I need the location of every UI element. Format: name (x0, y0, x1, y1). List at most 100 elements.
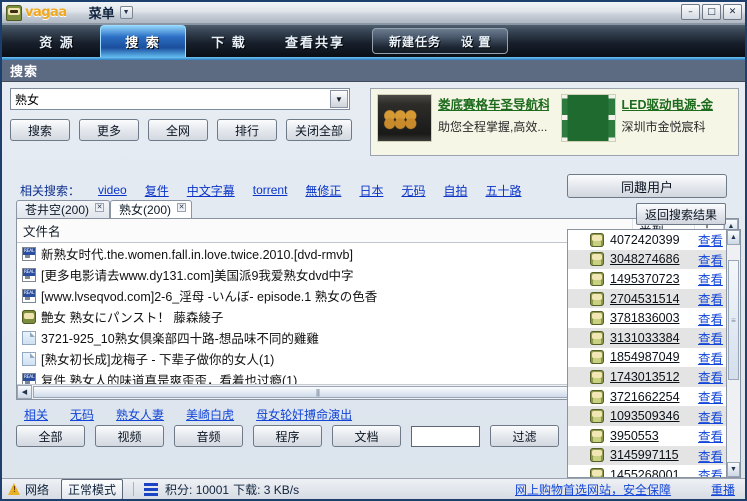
column-header-filename[interactable]: 文件名 (17, 219, 633, 242)
filter-apply-button[interactable]: 过滤 (490, 425, 559, 447)
related-link-chinese-subtitle[interactable]: 中文字幕 (187, 182, 235, 199)
mode-status[interactable]: 正常模式 (55, 478, 129, 499)
related-link-uncensored-jp[interactable]: 無修正 (305, 182, 341, 199)
refine-link-shunv-renqi[interactable]: 熟女人妻 (116, 406, 164, 422)
related-link-video[interactable]: video (98, 183, 127, 197)
scroll-down-icon[interactable]: ▼ (727, 462, 740, 477)
list-item[interactable]: 3721662254 查看 (568, 387, 726, 407)
scroll-left-icon[interactable]: ◀ (17, 385, 32, 399)
related-link-fujian[interactable]: 复件 (145, 182, 169, 199)
filter-input[interactable] (411, 425, 480, 447)
ad-item[interactable]: 娄底赛格车圣导航科技 助您全程掌握,高效... (371, 89, 555, 155)
close-all-button[interactable]: 关闭全部 (286, 119, 353, 141)
nav-item-resources[interactable]: 资 源 (14, 25, 100, 57)
maximize-button[interactable]: □ (702, 4, 721, 20)
view-link[interactable]: 查看 (698, 348, 723, 367)
search-button[interactable]: 搜索 (10, 119, 70, 141)
network-status[interactable]: 网络 (2, 479, 55, 499)
back-to-results-button[interactable]: 返回搜索结果 (635, 203, 726, 225)
view-link[interactable]: 查看 (698, 328, 723, 347)
list-item[interactable]: 3048274686 查看 (568, 249, 726, 270)
close-button[interactable]: ✕ (723, 4, 742, 20)
related-link-no-code[interactable]: 无码 (401, 182, 425, 199)
scrollbar-thumb[interactable]: ||| (33, 386, 602, 398)
same-interest-users-button[interactable]: 同趣用户 (567, 174, 727, 198)
tab-cangjingkong[interactable]: 苍井空(200) ✕ (16, 200, 111, 218)
nav-item-search[interactable]: 搜 索 (100, 25, 186, 57)
list-item[interactable]: 3781836003 查看 (568, 308, 726, 328)
mode-label[interactable]: 正常模式 (61, 478, 124, 499)
ranking-button[interactable]: 排行 (217, 119, 277, 141)
view-link[interactable]: 查看 (698, 309, 723, 328)
user-id[interactable]: 1455268001 (610, 468, 692, 477)
filter-all-button[interactable]: 全部 (16, 425, 85, 447)
refine-link-long[interactable]: 母女轮奸搏命演出 (256, 406, 352, 422)
close-icon[interactable]: ✕ (95, 203, 105, 212)
users-scrollbar[interactable]: ▲ ≡ ▼ (726, 229, 741, 478)
refine-link-related[interactable]: 相关 (24, 406, 48, 422)
list-item[interactable]: 1743013512 查看 (568, 367, 726, 387)
filter-document-button[interactable]: 文档 (332, 425, 401, 447)
ad-item[interactable]: LED驱动电源-金 深圳市金悦宸科 (555, 89, 739, 155)
view-link[interactable]: 查看 (698, 367, 723, 386)
list-item[interactable]: 1455268001 查看 (568, 465, 726, 477)
list-item[interactable]: 1854987049 查看 (568, 348, 726, 368)
more-button[interactable]: 更多 (79, 119, 139, 141)
user-id[interactable]: 1495370723 (610, 272, 692, 286)
nav-item-downloads[interactable]: 下 载 (186, 25, 272, 57)
related-link-japan[interactable]: 日本 (359, 182, 383, 199)
view-link[interactable]: 查看 (698, 250, 723, 269)
chevron-down-icon[interactable]: ▼ (119, 6, 133, 19)
scroll-up-icon[interactable]: ▲ (727, 230, 740, 245)
view-link[interactable]: 查看 (698, 465, 723, 477)
user-id[interactable]: 3781836003 (610, 311, 692, 325)
related-link-fifty[interactable]: 五十路 (485, 182, 521, 199)
list-item[interactable]: 3145997115 查看 (568, 445, 726, 466)
user-id[interactable]: 3950553 (610, 429, 692, 443)
filter-audio-button[interactable]: 音频 (174, 425, 243, 447)
user-id[interactable]: 1093509346 (610, 409, 692, 423)
minimize-button[interactable]: – (681, 4, 700, 20)
chevron-down-icon[interactable]: ▼ (330, 90, 348, 108)
nav-item-new-task[interactable]: 新建任务 (379, 33, 451, 50)
view-link[interactable]: 查看 (698, 426, 723, 445)
refine-link-no-code[interactable]: 无码 (70, 406, 94, 422)
user-id[interactable]: 3721662254 (610, 390, 692, 404)
user-id[interactable]: 3048274686 (610, 252, 692, 266)
view-link[interactable]: 查看 (698, 446, 723, 465)
list-item[interactable]: 1093509346 查看 (568, 406, 726, 426)
user-id[interactable]: 3145997115 (610, 448, 692, 462)
nav-item-view-shares[interactable]: 查看共享 (272, 25, 358, 57)
view-link[interactable]: 查看 (698, 407, 723, 426)
list-item[interactable]: 2704531514 查看 (568, 288, 726, 309)
list-item[interactable]: 3131033384 查看 (568, 327, 726, 348)
view-link[interactable]: 查看 (698, 289, 723, 308)
search-input[interactable]: 熟女 ▼ (10, 88, 350, 110)
close-icon[interactable]: ✕ (177, 203, 187, 212)
user-id[interactable]: 2704531514 (610, 292, 692, 306)
status-ad-link[interactable]: 网上购物首选网站，安全保障 (515, 481, 671, 498)
related-link-torrent[interactable]: torrent (253, 183, 288, 197)
list-item[interactable]: 3950553 查看 (568, 426, 726, 446)
tab-shunv[interactable]: 熟女(200) ✕ (110, 200, 193, 218)
view-link[interactable]: 查看 (698, 230, 723, 249)
view-link[interactable]: 查看 (698, 387, 723, 406)
ad-title-link[interactable]: 娄底赛格车圣导航科技 (438, 94, 549, 113)
replay-link[interactable]: 重播 (711, 481, 735, 498)
user-id[interactable]: 4072420399 (610, 233, 692, 247)
filter-video-button[interactable]: 视频 (95, 425, 164, 447)
list-item[interactable]: 4072420399 查看 (568, 230, 726, 250)
view-link[interactable]: 查看 (698, 269, 723, 288)
ad-title-link[interactable]: LED驱动电源-金 (622, 94, 714, 113)
user-id[interactable]: 1743013512 (610, 370, 692, 384)
scrollbar-thumb[interactable]: ≡ (728, 260, 739, 380)
whole-net-button[interactable]: 全网 (148, 119, 208, 141)
nav-item-settings[interactable]: 设 置 (451, 33, 501, 50)
user-id[interactable]: 3131033384 (610, 331, 692, 345)
menu-label[interactable]: 菜单 (89, 3, 115, 22)
user-id[interactable]: 1854987049 (610, 350, 692, 364)
list-item[interactable]: 1495370723 查看 (568, 269, 726, 289)
refine-link-misaki[interactable]: 美崎白虎 (186, 406, 234, 422)
related-link-selfie[interactable]: 自拍 (443, 182, 467, 199)
filter-program-button[interactable]: 程序 (253, 425, 322, 447)
